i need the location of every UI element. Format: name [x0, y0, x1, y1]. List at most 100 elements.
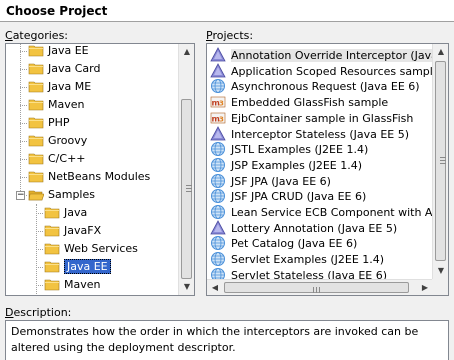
folder-icon — [28, 63, 44, 75]
svg-text:3: 3 — [219, 100, 224, 108]
tree-guide-line — [36, 204, 37, 295]
projects-label: Projects: — [206, 29, 254, 42]
tree-connector — [20, 105, 27, 106]
maven-icon: m3 — [210, 94, 226, 110]
tree-item[interactable]: C/C++ — [6, 150, 181, 168]
tree-item[interactable]: Web Services — [6, 240, 181, 258]
project-item-label: JSF JPA CRUD (Java EE 6) — [231, 190, 367, 204]
tree-item[interactable]: PHP — [6, 114, 181, 132]
categories-label: Categories: — [5, 29, 69, 42]
folder-icon — [28, 171, 44, 183]
triangle-icon — [210, 62, 226, 79]
tree-item-label: Java EE — [48, 44, 89, 57]
project-item-label: Annotation Override Interceptor (Java EE… — [231, 49, 433, 62]
tree-item[interactable]: JavaFX — [6, 222, 181, 240]
dialog-header: Choose Project — [0, 0, 454, 22]
tree-connector — [36, 285, 43, 286]
tree-connector — [36, 213, 43, 214]
tree-item-label: Samples — [48, 188, 95, 201]
folder-icon — [44, 243, 60, 255]
project-item-label: Servlet Examples (J2EE 1.4) — [231, 253, 385, 267]
dialog-title: Choose Project — [6, 4, 108, 18]
globe-icon — [210, 78, 226, 94]
tree-connector — [20, 123, 27, 124]
globe-icon — [210, 204, 226, 220]
tree-connector — [36, 249, 43, 250]
project-item-label: Servlet Stateless (Java EE 6) — [231, 268, 388, 279]
project-item[interactable]: Servlet Stateless (Java EE 6) — [210, 266, 433, 279]
tree-item-label: Web Services — [64, 242, 138, 255]
projects-horizontal-scrollbar[interactable]: ◀ ▶ — [207, 279, 433, 295]
tree-item[interactable]: Java ME — [6, 78, 181, 96]
tree-item[interactable]: NetBeans Modules — [6, 168, 181, 186]
globe-icon — [210, 157, 226, 173]
project-item-label: Asynchronous Request (Java EE 6) — [231, 80, 420, 94]
categories-vertical-scrollbar[interactable]: ▲ ▼ — [178, 44, 194, 295]
tree-connector — [20, 87, 27, 88]
tree-item-label: Java Card — [48, 62, 101, 75]
categories-tree[interactable]: Java EE Java Card Java ME Maven PHP Groovy C/C… — [5, 43, 195, 296]
scroll-right-icon[interactable]: ▶ — [417, 280, 433, 295]
tree-connector — [36, 267, 43, 268]
folder-icon — [28, 81, 44, 93]
globe-icon — [210, 251, 226, 267]
projects-list[interactable]: Annotation Override Interceptor (Java EE… — [206, 43, 449, 296]
tree-item[interactable]: Java — [6, 204, 181, 222]
projects-hscroll-thumb[interactable] — [224, 282, 409, 293]
globe-icon — [210, 188, 226, 204]
triangle-icon — [210, 125, 226, 142]
project-item-label: Embedded GlassFish sample — [231, 96, 389, 110]
tree-item-label: C/C++ — [48, 152, 86, 165]
tree-item[interactable]: Maven — [6, 96, 181, 114]
tree-item-label: NetBeans Modules — [48, 170, 151, 183]
tree-connector — [20, 141, 27, 142]
tree-item-label: Java — [64, 206, 88, 219]
globe-icon — [210, 235, 226, 251]
tree-item[interactable]: Samples − — [6, 186, 181, 204]
tree-item-label: JavaFX — [64, 224, 102, 237]
collapse-icon[interactable]: − — [16, 191, 25, 200]
tree-item[interactable]: Java EE — [6, 258, 181, 276]
tree-item[interactable]: Java EE — [6, 44, 181, 60]
tree-connector — [20, 177, 27, 178]
description-box: Demonstrates how the order in which the … — [5, 320, 449, 360]
categories-scroll-thumb[interactable] — [181, 99, 192, 279]
project-item-label: Pet Catalog (Java EE 6) — [231, 237, 358, 251]
project-item-label: Lean Service ECB Component with Ajax (Ja… — [231, 206, 433, 219]
folder-icon — [28, 135, 44, 147]
description-label: Description: — [5, 306, 72, 319]
scroll-down-icon[interactable]: ▼ — [179, 279, 194, 295]
tree-item[interactable]: Java Card — [6, 60, 181, 78]
globe-icon — [210, 267, 226, 279]
tree-item[interactable]: Groovy — [6, 132, 181, 150]
tree-guide-line — [20, 44, 21, 191]
tree-connector — [36, 231, 43, 232]
project-item-label: Lottery Annotation (Java EE 5) — [231, 221, 398, 235]
folder-icon — [28, 45, 44, 57]
projects-vertical-scrollbar[interactable]: ▲ ▼ — [432, 44, 448, 279]
triangle-icon — [210, 47, 226, 63]
tree-item-label: Maven — [64, 278, 101, 291]
scroll-up-icon[interactable]: ▲ — [179, 44, 194, 60]
tree-item-label: Maven — [48, 98, 85, 111]
tree-connector — [20, 159, 27, 160]
folder-icon — [28, 153, 44, 165]
projects-list-viewport: Annotation Override Interceptor (Java EE… — [207, 44, 433, 279]
tree-item[interactable]: Maven — [6, 276, 181, 294]
tree-item-label: Java EE — [64, 259, 111, 274]
folder-icon — [28, 117, 44, 129]
scroll-up-icon[interactable]: ▲ — [433, 44, 448, 60]
globe-icon — [210, 173, 226, 189]
project-item-label: JSTL Examples (J2EE 1.4) — [231, 143, 369, 157]
globe-icon — [210, 141, 226, 157]
folder-icon — [44, 279, 60, 291]
project-item-label: Interceptor Stateless (Java EE 5) — [231, 127, 410, 141]
project-item-label: JSF JPA (Java EE 6) — [231, 174, 331, 188]
projects-scroll-thumb[interactable] — [435, 61, 446, 261]
project-item-label: JSP Examples (J2EE 1.4) — [231, 158, 363, 172]
svg-text:3: 3 — [219, 115, 224, 123]
description-text: Demonstrates how the order in which the … — [11, 325, 419, 354]
scroll-down-icon[interactable]: ▼ — [433, 263, 448, 279]
project-item-label: Application Scoped Resources sample in G… — [231, 64, 433, 78]
scroll-left-icon[interactable]: ◀ — [207, 280, 223, 295]
